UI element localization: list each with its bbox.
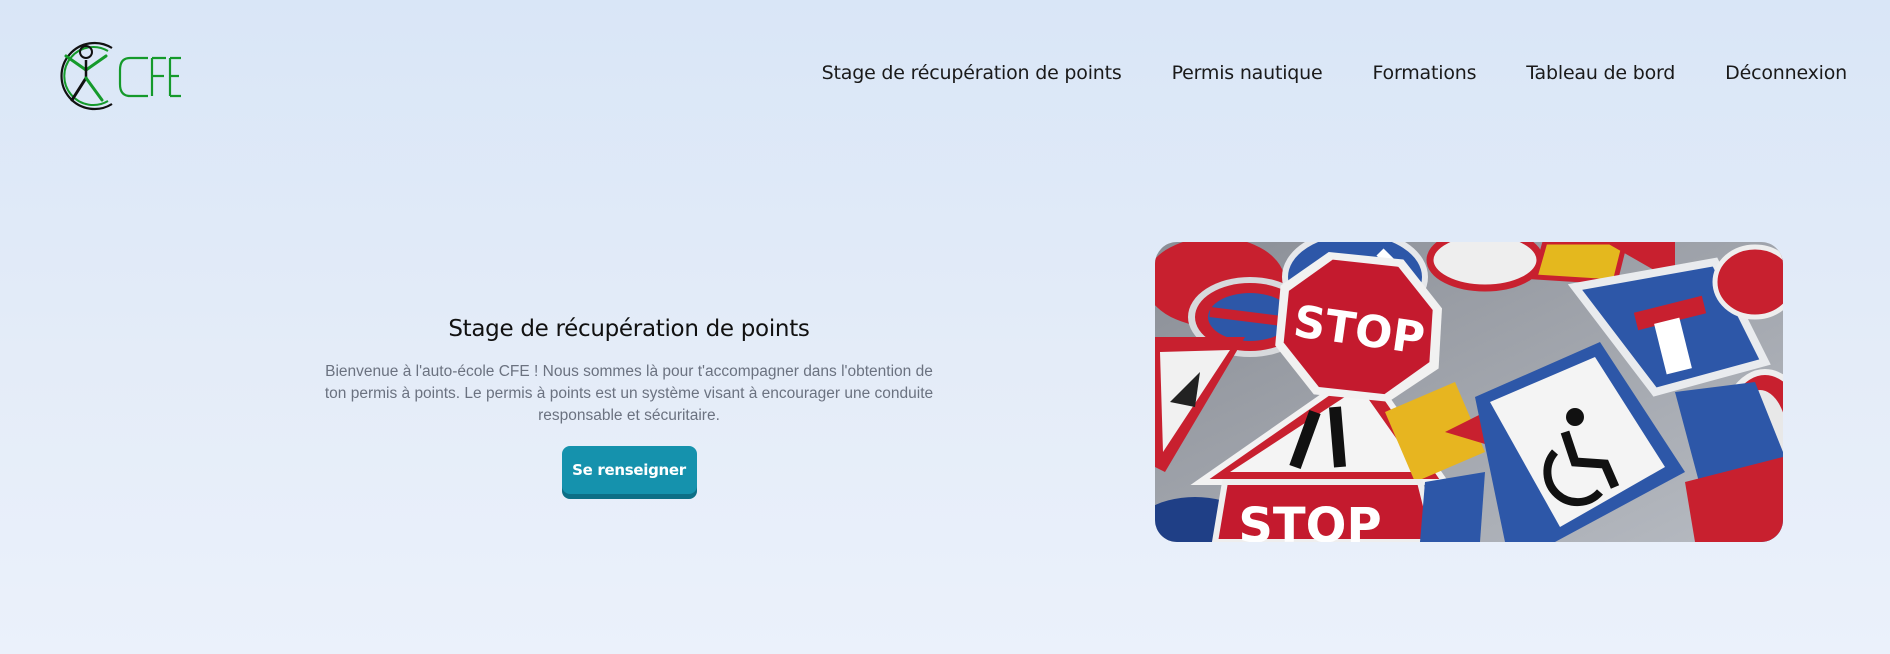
road-signs-illustration: STOP STOP (1155, 242, 1783, 542)
nav-item-deconnexion[interactable]: Déconnexion (1725, 62, 1847, 84)
road-signs-image: STOP STOP (1155, 242, 1783, 542)
se-renseigner-button[interactable]: Se renseigner (561, 446, 697, 494)
hero-title: Stage de récupération de points (448, 316, 810, 342)
main-nav: Stage de récupération de points Permis n… (822, 62, 1848, 84)
nav-item-stage-recuperation[interactable]: Stage de récupération de points (822, 62, 1122, 84)
hero-description: Bienvenue à l'auto-école CFE ! Nous somm… (324, 363, 934, 424)
nav-item-formations[interactable]: Formations (1372, 62, 1476, 84)
svg-text:STOP: STOP (1238, 498, 1381, 542)
hero-section: Stage de récupération de points Bienvenu… (318, 316, 940, 494)
nav-item-permis-nautique[interactable]: Permis nautique (1172, 62, 1323, 84)
nav-item-tableau-de-bord[interactable]: Tableau de bord (1526, 62, 1675, 84)
cfe-logo[interactable] (46, 38, 181, 114)
person-in-circle-icon (60, 41, 181, 111)
site-header: Stage de récupération de points Permis n… (0, 0, 1890, 150)
